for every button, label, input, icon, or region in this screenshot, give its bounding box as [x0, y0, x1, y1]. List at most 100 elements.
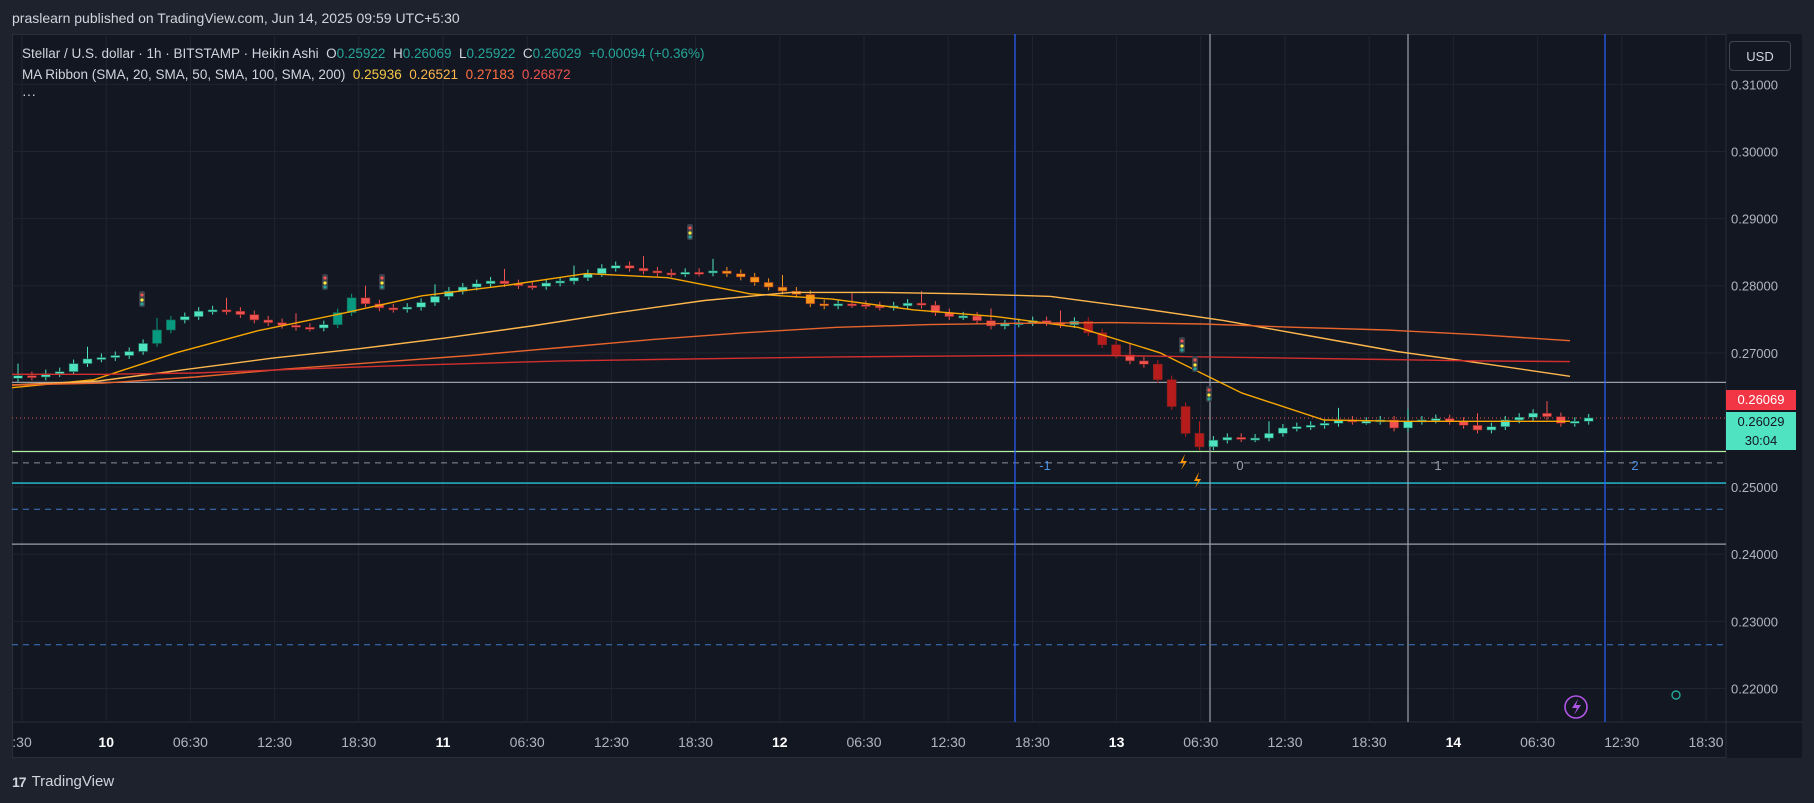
signal-light-red	[380, 276, 384, 280]
candle-body[interactable]	[499, 280, 510, 284]
fib-time-label: 1	[1434, 458, 1441, 473]
candle-body[interactable]	[916, 302, 927, 306]
candle-body[interactable]	[1208, 439, 1219, 448]
sun-icon	[1671, 690, 1681, 700]
candle-body[interactable]	[1222, 437, 1233, 441]
y-tick-label: 0.29000	[1731, 212, 1778, 227]
candle-body[interactable]	[1166, 379, 1177, 407]
candle-body[interactable]	[318, 324, 329, 329]
candle-body[interactable]	[1139, 360, 1149, 365]
candle-body[interactable]	[360, 297, 371, 305]
candle-body[interactable]	[902, 302, 913, 307]
candle-body[interactable]	[124, 351, 134, 356]
currency-button[interactable]: USD	[1729, 41, 1791, 71]
candle-body[interactable]	[722, 270, 732, 274]
candle-body[interactable]	[1194, 433, 1205, 448]
candle-body[interactable]	[1000, 323, 1010, 327]
ma100-value: 0.27183	[465, 67, 515, 82]
candle-body[interactable]	[430, 296, 440, 303]
candle-body[interactable]	[235, 310, 246, 315]
candle-body[interactable]	[1570, 420, 1580, 424]
candle-body[interactable]	[82, 358, 93, 364]
y-tick-label: 0.31000	[1731, 77, 1778, 92]
candle-body[interactable]	[54, 371, 65, 374]
candle-body[interactable]	[1236, 437, 1246, 440]
candle-body[interactable]	[1542, 412, 1552, 417]
candle-body[interactable]	[749, 276, 760, 283]
candle-body[interactable]	[610, 265, 621, 269]
signal-light-yellow	[1180, 344, 1184, 348]
candle-body[interactable]	[708, 270, 718, 274]
candle-body[interactable]	[819, 303, 830, 307]
candle-body[interactable]	[1528, 412, 1538, 418]
candle-body[interactable]	[596, 267, 607, 274]
candle-body[interactable]	[1305, 425, 1316, 428]
candle-body[interactable]	[624, 265, 635, 269]
candle-body[interactable]	[110, 355, 121, 358]
candle-body[interactable]	[680, 271, 691, 275]
candle-body[interactable]	[471, 283, 482, 288]
candle-body[interactable]	[291, 325, 301, 328]
candle-body[interactable]	[1514, 416, 1524, 421]
ma-ribbon-title: MA Ribbon (SMA, 20, SMA, 50, SMA, 100, S…	[22, 67, 346, 82]
candle-body[interactable]	[638, 267, 649, 272]
candle-body[interactable]	[152, 329, 162, 344]
candle-body[interactable]	[1180, 406, 1191, 434]
candle-body[interactable]	[555, 280, 565, 284]
candle-body[interactable]	[166, 319, 176, 331]
candle-body[interactable]	[1361, 420, 1372, 424]
candle-body[interactable]	[207, 309, 218, 313]
candle-body[interactable]	[1264, 433, 1274, 439]
legend-more-button[interactable]: ···	[22, 86, 36, 102]
bar-countdown: 30:04	[1744, 433, 1778, 448]
candle-body[interactable]	[666, 272, 677, 276]
candle-body[interactable]	[1486, 426, 1497, 431]
symbol-legend[interactable]: Stellar / U.S. dollar · 1h · BITSTAMP · …	[22, 46, 705, 61]
ma-ribbon-legend[interactable]: MA Ribbon (SMA, 20, SMA, 50, SMA, 100, S…	[22, 67, 571, 82]
candle-body[interactable]	[972, 315, 982, 321]
candle-body[interactable]	[527, 285, 538, 289]
candle-body[interactable]	[68, 363, 79, 372]
candle-body[interactable]	[221, 309, 232, 313]
candle-body[interactable]	[96, 357, 107, 360]
candle-body[interactable]	[180, 316, 190, 321]
candle-body[interactable]	[193, 310, 204, 317]
candle-body[interactable]	[763, 282, 774, 288]
candle-body[interactable]	[1403, 420, 1413, 429]
candle-body[interactable]	[569, 277, 579, 282]
candle-body[interactable]	[694, 271, 704, 275]
candle-body[interactable]	[138, 343, 148, 352]
candle-body[interactable]	[1111, 344, 1121, 356]
x-tick-label: 12:30	[257, 734, 292, 750]
candle-body[interactable]	[833, 303, 843, 307]
candle-body[interactable]	[485, 280, 496, 284]
tradingview-logo[interactable]: 17 TradingView	[12, 773, 114, 790]
candle-body[interactable]	[1250, 437, 1260, 441]
candle-body[interactable]	[805, 294, 816, 305]
candle-body[interactable]	[1278, 427, 1288, 434]
candle-body[interactable]	[1583, 417, 1594, 422]
candle-body[interactable]	[305, 327, 315, 330]
candle-body[interactable]	[1472, 425, 1483, 431]
candle-body[interactable]	[847, 303, 857, 307]
candle-body[interactable]	[958, 315, 969, 319]
candle-body[interactable]	[541, 282, 552, 287]
candle-body[interactable]	[1556, 416, 1566, 424]
candle-body[interactable]	[416, 302, 426, 308]
candle-body[interactable]	[249, 314, 260, 321]
candle-body[interactable]	[27, 375, 37, 378]
candle-body[interactable]	[402, 306, 413, 310]
price-chart[interactable]: 0.31000 0.30000 0.29000 0.28000 0.27000 0.250…	[0, 0, 1814, 803]
candle-body[interactable]	[1292, 426, 1302, 429]
candle-body[interactable]	[13, 375, 23, 379]
candle-body[interactable]	[861, 304, 871, 307]
candle-body[interactable]	[1153, 363, 1163, 380]
candle-body[interactable]	[1431, 418, 1441, 421]
candle-body[interactable]	[263, 319, 274, 323]
candle-body[interactable]	[735, 273, 746, 278]
candle-body[interactable]	[1319, 423, 1330, 426]
candle-body[interactable]	[777, 286, 788, 292]
candle-body[interactable]	[652, 270, 663, 274]
candle-body[interactable]	[388, 307, 399, 311]
signal-light-green	[1180, 348, 1184, 352]
